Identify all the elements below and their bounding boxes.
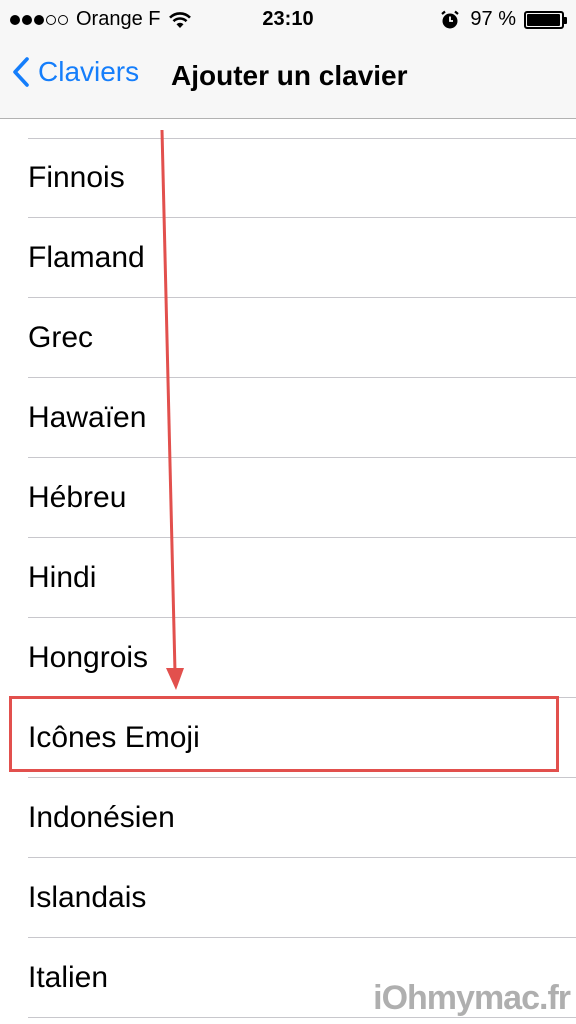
list-item-indonesien[interactable]: Indonésien (28, 778, 576, 858)
list-item-label: Finnois (28, 160, 125, 194)
page-title: Ajouter un clavier (171, 60, 408, 91)
list-item-grec[interactable]: Grec (28, 298, 576, 378)
list-item-label: Islandais (28, 880, 147, 914)
list-item-flamand[interactable]: Flamand (28, 218, 576, 298)
list-item-label: Italien (28, 960, 109, 994)
list-item-label: Indonésien (28, 800, 175, 834)
keyboard-language-list: Finnois Flamand Grec Hawaïen Hébreu Hind… (0, 138, 576, 1018)
navigation-bar: Claviers Ajouter un clavier (0, 50, 576, 106)
back-button[interactable]: Claviers (12, 56, 139, 88)
battery-percent: 97 % (470, 8, 516, 30)
annotation-highlight-box (9, 696, 559, 772)
list-item-hongrois[interactable]: Hongrois (28, 618, 576, 698)
list-item-label: Hindi (28, 560, 97, 594)
list-item-label: Hawaïen (28, 400, 147, 434)
list-item-hindi[interactable]: Hindi (28, 538, 576, 618)
list-item-label: Grec (28, 320, 94, 354)
list-item-label: Hongrois (28, 640, 149, 674)
list-item-hawaien[interactable]: Hawaïen (28, 378, 576, 458)
top-bar: Orange F 23:10 97 % Claviers Ajouter un … (0, 0, 576, 119)
status-bar: Orange F 23:10 97 % (0, 0, 576, 38)
chevron-left-icon (13, 57, 29, 87)
battery-icon (524, 10, 567, 29)
list-item-hebreu[interactable]: Hébreu (28, 458, 576, 538)
list-item-label: Flamand (28, 240, 145, 274)
list-item-label: Hébreu (28, 480, 127, 514)
alarm-clock-icon (441, 10, 460, 28)
list-item-finnois[interactable]: Finnois (28, 138, 576, 218)
watermark-logo: iOhmymac.fr (373, 979, 571, 1017)
back-button-label: Claviers (38, 56, 140, 87)
list-item-islandais[interactable]: Islandais (28, 858, 576, 938)
